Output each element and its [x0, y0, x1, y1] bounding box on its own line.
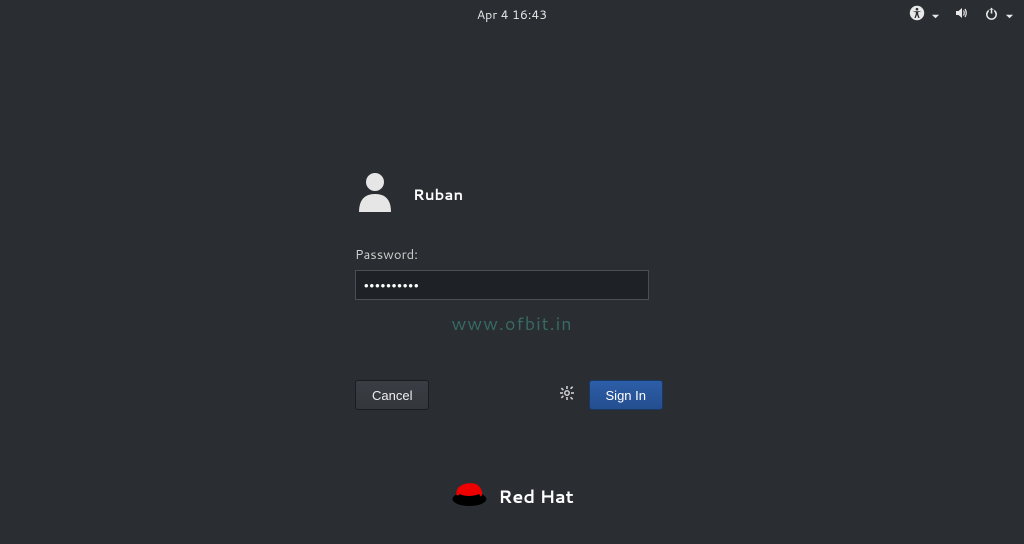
session-options-button[interactable] [553, 381, 581, 409]
volume-icon[interactable] [954, 4, 970, 27]
watermark-text: www.ofbit.in [451, 310, 572, 336]
accessibility-icon[interactable] [909, 4, 925, 27]
top-bar: Apr 4 16:43 [0, 0, 1024, 28]
action-row: Cancel Sign In [355, 380, 663, 410]
user-row: Ruban [355, 170, 665, 218]
username-label: Ruban [413, 184, 463, 205]
redhat-icon [450, 478, 488, 514]
chevron-down-icon[interactable] [931, 4, 940, 27]
status-area[interactable] [909, 4, 1014, 27]
password-input[interactable] [355, 270, 649, 300]
chevron-down-icon[interactable] [1005, 4, 1014, 27]
brand-name: Red Hat [498, 483, 573, 509]
login-panel: Ruban Password: [355, 170, 665, 300]
user-avatar-icon [355, 170, 395, 218]
brand-logo: Red Hat [450, 478, 573, 514]
clock[interactable]: Apr 4 16:43 [477, 6, 548, 24]
cancel-button[interactable]: Cancel [355, 380, 429, 410]
password-label: Password: [355, 246, 665, 264]
power-icon[interactable] [984, 4, 999, 27]
gear-icon [559, 384, 575, 407]
sign-in-button[interactable]: Sign In [589, 380, 663, 410]
